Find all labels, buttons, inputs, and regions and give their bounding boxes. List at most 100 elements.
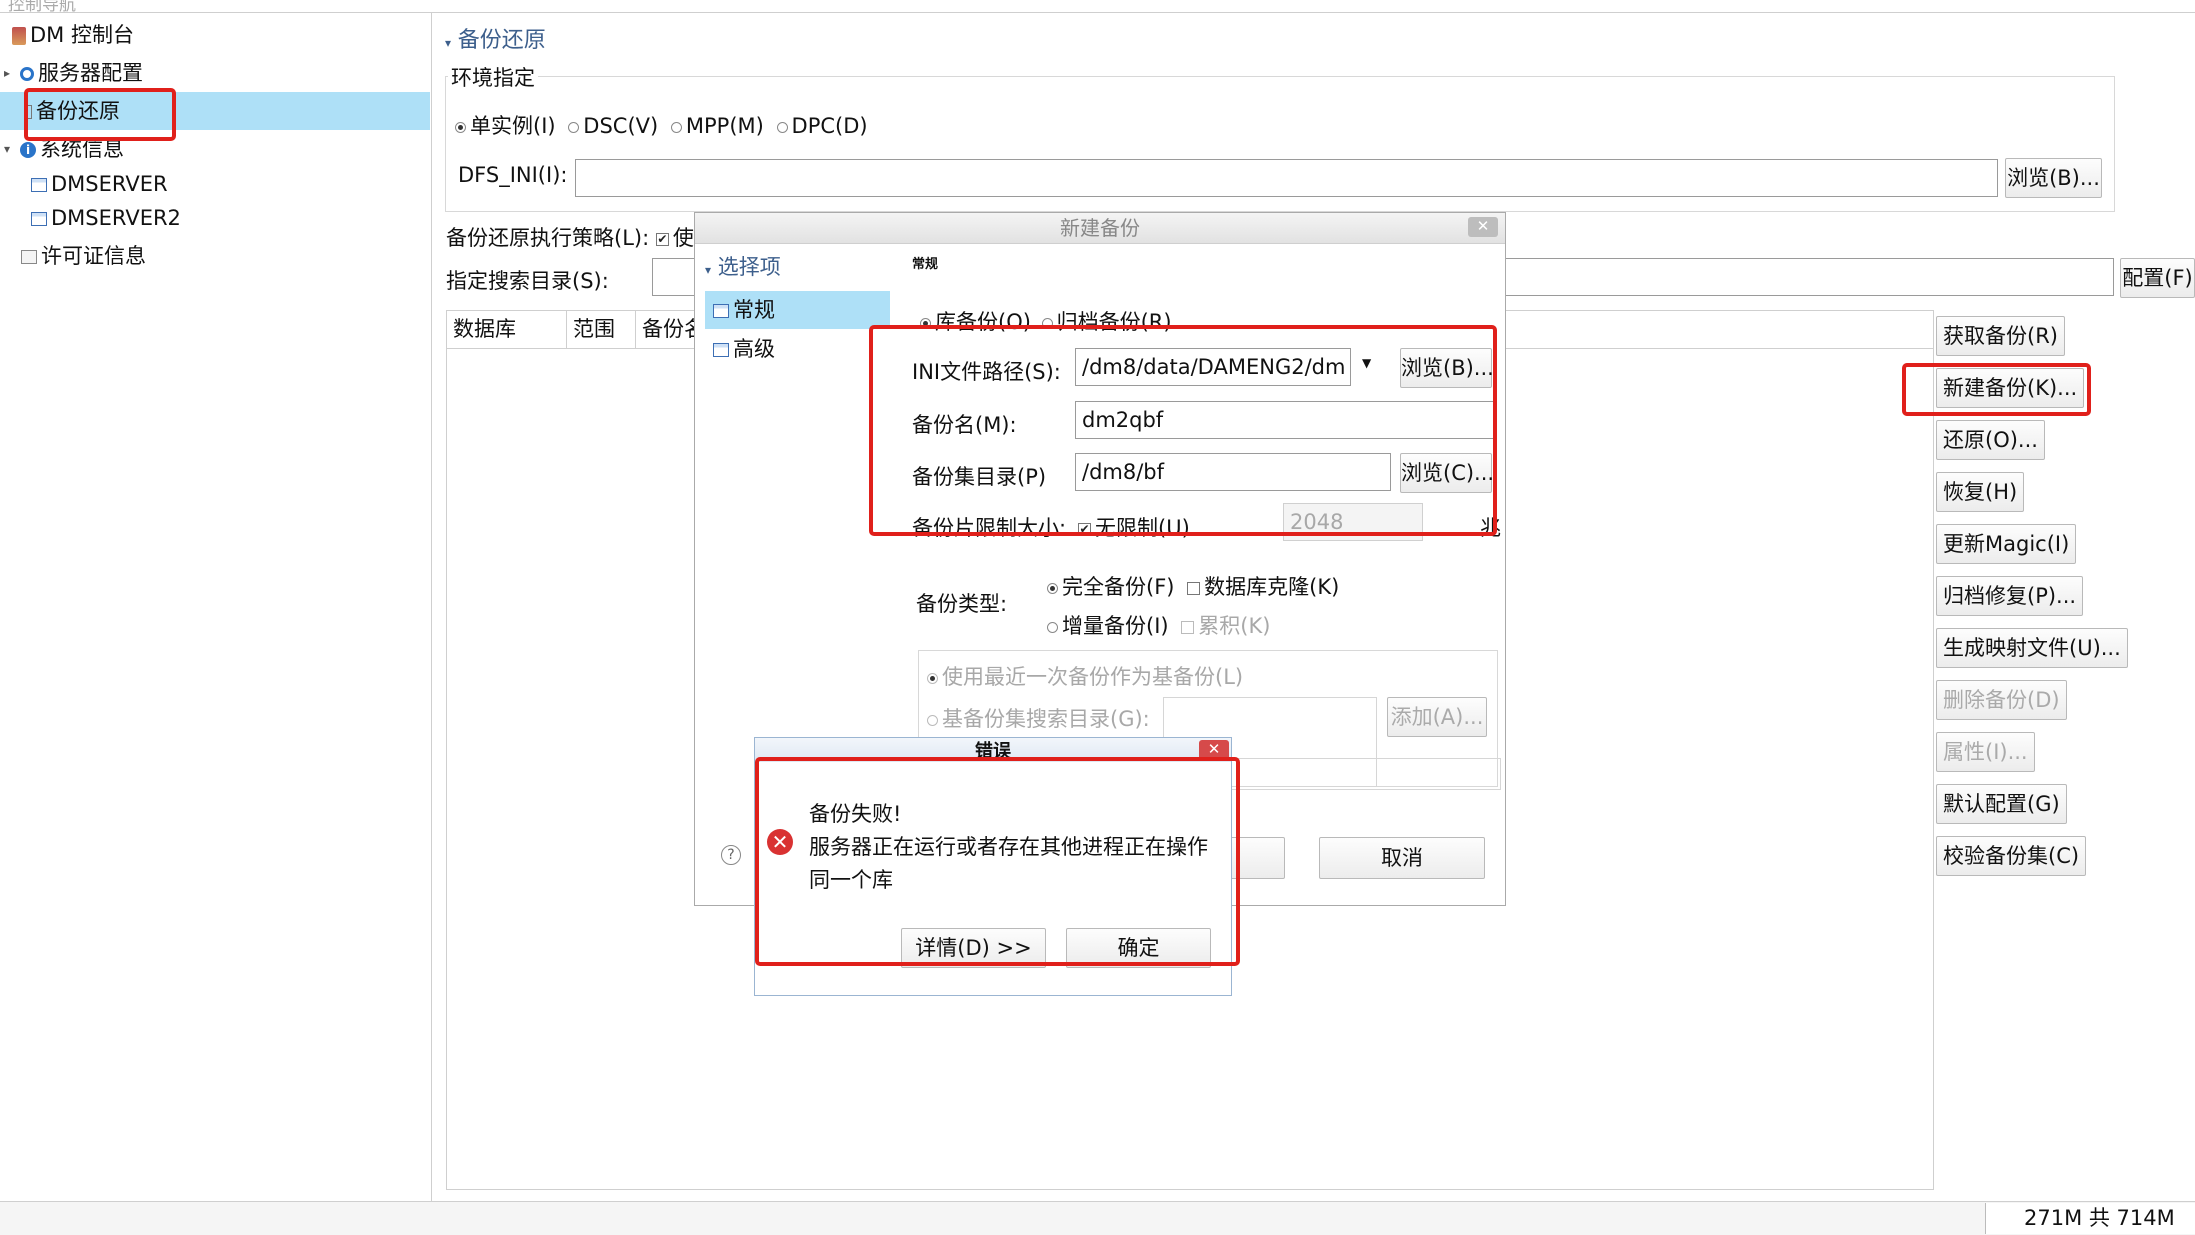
close-icon[interactable]: ✕ [1468, 217, 1498, 237]
tree-item-dmserver[interactable]: DMSERVER [0, 165, 430, 203]
tree-item-license-info[interactable]: 许可证信息 [0, 237, 430, 275]
error-line: 服务器正在运行或者存在其他进程正在操作 [809, 835, 1208, 859]
backup-name-label: 备份名(M): [912, 413, 1017, 437]
collapse-arrow-icon[interactable]: ▾ [705, 263, 711, 277]
tree-item-backup-restore[interactable]: 备份还原 [0, 92, 430, 130]
radio-archive-backup[interactable]: 归档备份(R) [1041, 310, 1172, 334]
browse-ini-button[interactable]: 浏览(B)... [1400, 348, 1494, 388]
recover-button[interactable]: 恢复(H) [1936, 472, 2025, 512]
radio-db-backup[interactable]: 库备份(O) [920, 310, 1031, 334]
ini-path-label: INI文件路径(S): [912, 360, 1061, 384]
details-button[interactable]: 详情(D) >> [901, 928, 1046, 968]
strategy-checkbox[interactable] [655, 232, 669, 246]
env-radio-dsc[interactable]: DSC(V) [568, 114, 658, 138]
tree-item-server-config[interactable]: ▸ 服务器配置 [0, 54, 430, 92]
db-clone-checkbox[interactable]: 数据库克隆(K) [1187, 575, 1339, 599]
server-icon [31, 178, 47, 192]
column-header-database[interactable]: 数据库 [447, 310, 567, 348]
config-button[interactable]: 配置(F) [2120, 258, 2195, 298]
tree-item-system-info[interactable]: ▾ i 系统信息 [0, 130, 430, 168]
backup-dir-input[interactable]: /dm8/bf [1075, 453, 1391, 491]
browse-button[interactable]: 浏览(B)... [2005, 158, 2102, 198]
checkbox-icon [1078, 522, 1091, 536]
backup-type-row-2: 增量备份(I) 累积(K) [1047, 610, 1270, 640]
add-dir-button[interactable]: 添加(A)... [1387, 697, 1487, 737]
info-icon: i [20, 142, 36, 158]
search-dir-label: 指定搜索目录(S): [446, 269, 609, 293]
backup-icon [24, 105, 32, 119]
tree-item-label: 许可证信息 [41, 244, 146, 268]
column-header-scope[interactable]: 范围 [567, 310, 636, 348]
new-backup-button[interactable]: 新建备份(K)... [1936, 368, 2085, 408]
env-group-title: 环境指定 [448, 62, 538, 92]
nav-item-advanced[interactable]: 高级 [705, 330, 890, 368]
error-dialog: 错误 ✕ ✕ 备份失败! 服务器正在运行或者存在其他进程正在操作 同一个库 详情… [754, 737, 1232, 996]
navigation-tree: DM 控制台 ▸ 服务器配置 备份还原 ▾ i 系统信息 DMSERVER DMS… [0, 13, 432, 1201]
radio-icon [1041, 317, 1053, 329]
ini-path-combo[interactable]: /dm8/data/DAMENG2/dm [1075, 348, 1351, 386]
cumulative-checkbox[interactable]: 累积(K) [1181, 614, 1270, 638]
tree-item-dmserver2[interactable]: DMSERVER2 [0, 199, 430, 237]
backup-name-input[interactable]: dm2qbf [1075, 401, 1495, 439]
help-icon[interactable]: ? [721, 845, 741, 865]
radio-incremental-backup[interactable]: 增量备份(I) [1047, 614, 1169, 638]
backup-dir-label: 备份集目录(P) [912, 465, 1047, 489]
tree-item-label: DM 控制台 [30, 23, 134, 47]
radio-icon [1047, 621, 1058, 633]
env-radio-single[interactable]: 单实例(I) [455, 114, 556, 138]
nav-header: ▾ 选择项 [705, 255, 781, 279]
error-line: 备份失败! [809, 802, 902, 826]
unlimited-checkbox[interactable]: 无限制(U) [1078, 512, 1190, 542]
database-icon [12, 27, 26, 45]
default-config-button[interactable]: 默认配置(G) [1936, 784, 2067, 824]
radio-icon [927, 672, 938, 684]
collapse-arrow-icon[interactable]: ▾ [445, 36, 451, 50]
radio-icon [920, 317, 931, 329]
env-radio-mpp[interactable]: MPP(M) [670, 114, 764, 138]
env-radio-group: 单实例(I) DSC(V) MPP(M) DPC(D) [455, 110, 868, 140]
radio-base-search-dir[interactable]: 基备份集搜索目录(G): [927, 703, 1150, 733]
error-message: 备份失败! 服务器正在运行或者存在其他进程正在操作 同一个库 [809, 798, 1208, 897]
error-icon: ✕ [767, 829, 793, 855]
expand-arrow-icon[interactable]: ▸ [4, 54, 10, 92]
archive-repair-button[interactable]: 归档修复(P)... [1936, 576, 2084, 616]
restore-button[interactable]: 还原(O)... [1936, 420, 2045, 460]
page-title: 常规 [912, 257, 939, 272]
env-radio-dpc[interactable]: DPC(D) [776, 114, 868, 138]
status-bar [0, 1201, 2195, 1235]
section-header: ▾ 备份还原 [445, 22, 546, 54]
page-icon [713, 304, 729, 318]
checkbox-icon [1187, 581, 1201, 595]
backup-type-label: 备份类型: [916, 592, 1008, 616]
cancel-button[interactable]: 取消 [1319, 837, 1485, 879]
verify-backup-set-button[interactable]: 校验备份集(C) [1936, 836, 2087, 876]
generate-mapping-button[interactable]: 生成映射文件(U)... [1936, 628, 2128, 668]
tree-item-label: 系统信息 [40, 137, 124, 161]
backup-kind-radio-group: 库备份(O) 归档备份(R) [920, 306, 1172, 336]
collapse-arrow-icon[interactable]: ▾ [4, 130, 10, 168]
server-icon [31, 212, 47, 226]
radio-use-recent-base[interactable]: 使用最近一次备份作为基备份(L) [927, 661, 1243, 691]
tree-item-dm-console[interactable]: DM 控制台 [0, 16, 430, 54]
delete-backup-button[interactable]: 删除备份(D) [1936, 680, 2067, 720]
radio-icon [455, 121, 466, 133]
top-nav-header: 控制导航 [0, 0, 2195, 15]
radio-icon [1047, 582, 1058, 594]
license-icon [21, 250, 37, 264]
close-icon[interactable]: ✕ [1199, 740, 1229, 760]
piece-size-spinner[interactable]: 2048 [1283, 503, 1423, 541]
checkbox-icon [1181, 620, 1195, 634]
browse-dir-button[interactable]: 浏览(C)... [1400, 453, 1494, 493]
dfs-ini-input[interactable] [575, 159, 1998, 197]
nav-item-general[interactable]: 常规 [705, 291, 890, 329]
dialog-title: 新建备份 [695, 213, 1505, 244]
page-icon [713, 343, 729, 357]
update-magic-button[interactable]: 更新Magic(I) [1936, 524, 2077, 564]
confirm-button[interactable]: 确定 [1066, 928, 1211, 968]
properties-button[interactable]: 属性(I)... [1936, 732, 2035, 772]
radio-full-backup[interactable]: 完全备份(F) [1047, 575, 1174, 599]
get-backup-button[interactable]: 获取备份(R) [1936, 316, 2065, 356]
dropdown-arrow-icon[interactable]: ▼ [1362, 356, 1371, 370]
memory-indicator: 271M 共 714M [1985, 1203, 2195, 1234]
gear-icon [20, 67, 34, 81]
